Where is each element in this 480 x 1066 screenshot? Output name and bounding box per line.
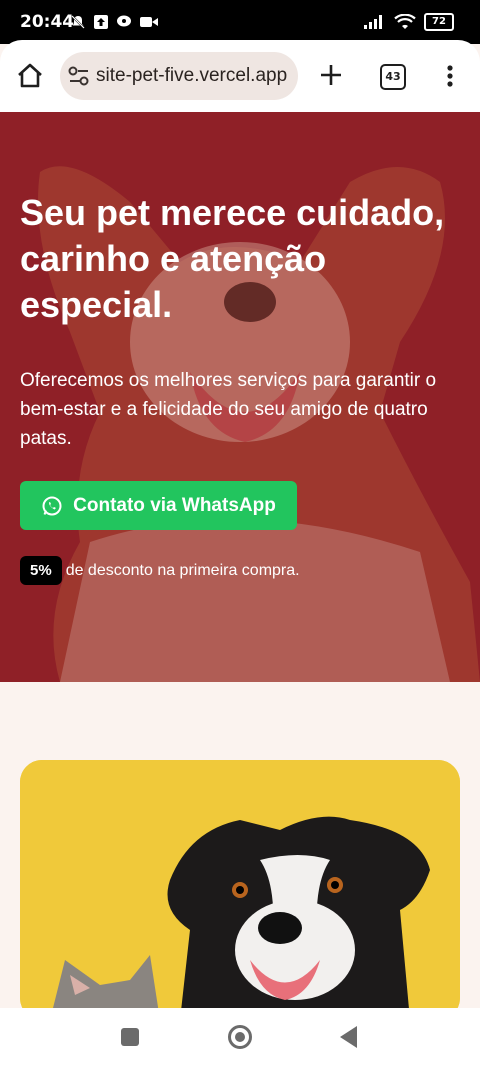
url-text[interactable]: site-pet-five.vercel.app (96, 65, 287, 87)
home-button[interactable] (228, 1025, 252, 1049)
status-time: 20:44 (20, 12, 75, 32)
discount-notice: 5% de desconto na primeira compra. (20, 556, 300, 585)
wifi-icon (394, 14, 416, 29)
battery-indicator: 72 (424, 13, 454, 31)
dog-and-cat-image (20, 760, 460, 1020)
chat-bubble-icon (117, 15, 131, 27)
url-bar[interactable]: site-pet-five.vercel.app (60, 52, 298, 100)
back-button[interactable] (340, 1026, 357, 1048)
status-notification-icons (70, 14, 158, 30)
browser-toolbar: site-pet-five.vercel.app 43 (0, 40, 480, 112)
bell-off-icon (71, 15, 85, 29)
hero-title: Seu pet merece cuidado, carinho e atençã… (20, 192, 445, 325)
status-bar: 20:44 72 (0, 0, 480, 44)
hero-description: Oferecemos os melhores serviços para gar… (20, 370, 437, 449)
recent-apps-button[interactable] (121, 1028, 139, 1046)
more-menu-icon[interactable] (440, 60, 460, 92)
status-system-icons: 72 (364, 13, 454, 31)
discount-badge: 5% (20, 556, 62, 585)
hero-section: Seu pet merece cuidado, carinho e atençã… (0, 112, 480, 682)
whatsapp-button-label: Contato via WhatsApp (73, 494, 276, 516)
tab-switcher-button[interactable]: 43 (380, 64, 406, 90)
home-icon[interactable] (14, 60, 46, 92)
whatsapp-contact-button[interactable]: Contato via WhatsApp (20, 481, 297, 530)
video-camera-icon (140, 17, 158, 27)
discount-text: de desconto na primeira compra. (65, 561, 300, 579)
system-navigation-bar (0, 1008, 480, 1066)
signal-icon (364, 15, 382, 29)
new-tab-icon[interactable] (316, 60, 346, 90)
pets-image-card (20, 760, 460, 1020)
whatsapp-icon (42, 496, 62, 515)
upload-icon (94, 15, 108, 29)
site-settings-icon[interactable] (68, 66, 90, 86)
